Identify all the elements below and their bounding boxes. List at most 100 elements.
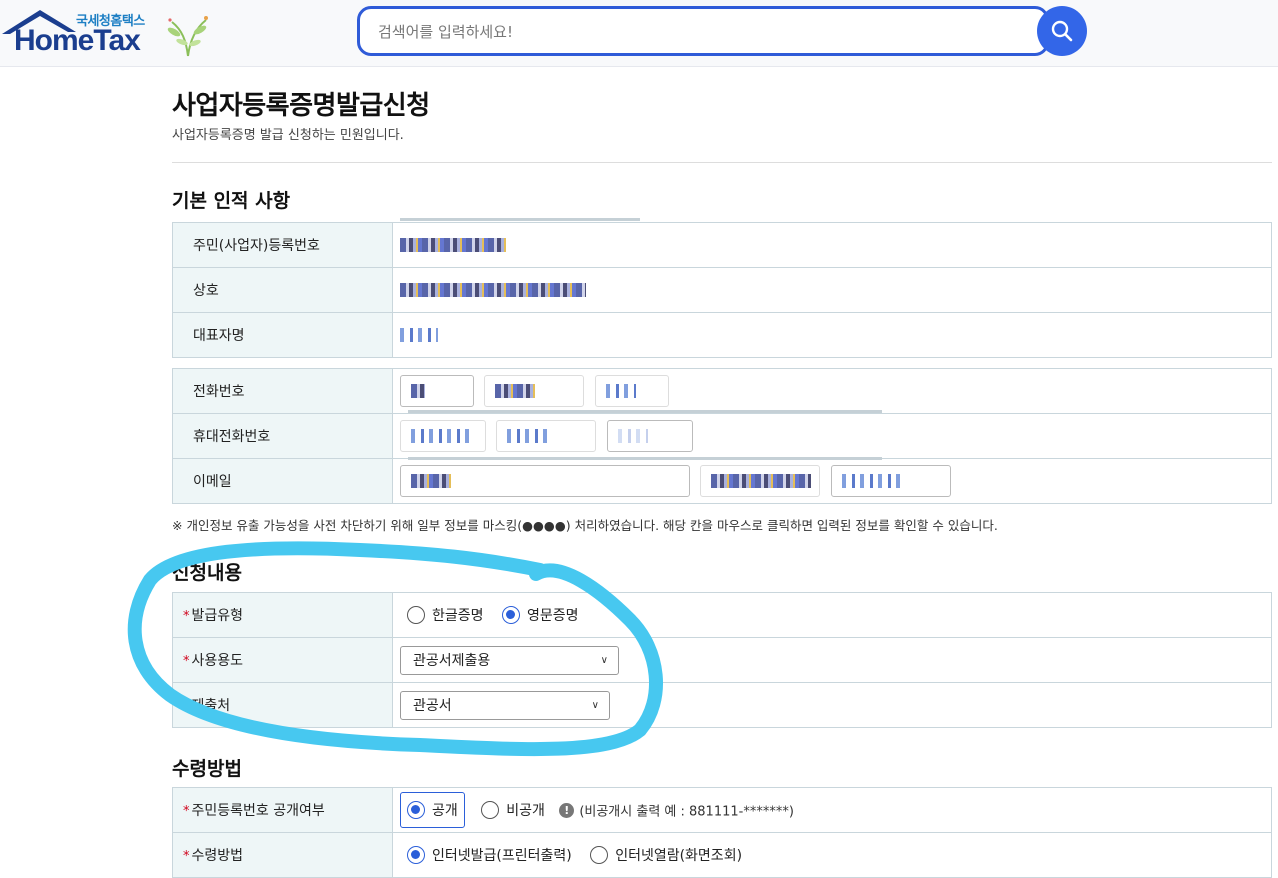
masked-value <box>411 384 425 398</box>
company-name-value <box>392 267 1272 313</box>
masked-value <box>841 474 902 488</box>
submit-to-field: 관공서 ∨ <box>392 682 1272 728</box>
radio-circle-selected <box>501 606 520 624</box>
masked-value <box>711 474 812 488</box>
table-row: 휴대전화번호 <box>172 413 1272 459</box>
registration-number-value <box>392 222 1272 268</box>
radio-circle <box>481 801 500 819</box>
submit-to-select[interactable]: 관공서 ∨ <box>400 690 610 720</box>
required-mark: * <box>183 699 190 714</box>
field-label-issue-type: * 발급유형 <box>172 592 393 638</box>
mobile-part-2-input[interactable] <box>496 420 597 452</box>
email-domain-select[interactable] <box>830 465 951 497</box>
radio-korean-certificate[interactable]: 한글증명 <box>407 605 484 625</box>
table-row: * 사용용도 관공서제출용 ∨ <box>172 637 1272 683</box>
mobile-fields <box>392 413 1272 459</box>
receipt-table: * 주민등록번호 공개여부 공개 비공개 ! (비공개시 출력 예 : 881111… <box>172 787 1272 878</box>
receipt-method-options: 인터넷발급(프린터출력) 인터넷열람(화면조회) <box>392 832 1272 878</box>
email-domain-input[interactable] <box>700 465 821 497</box>
field-label-mobile: 휴대전화번호 <box>172 413 393 459</box>
page-title: 사업자등록증명발급신청 <box>172 91 430 121</box>
table-row: * 제출처 관공서 ∨ <box>172 682 1272 728</box>
info-icon: ! <box>559 802 575 818</box>
table-row: * 발급유형 한글증명 영문증명 <box>172 592 1272 638</box>
radio-circle-selected <box>407 846 425 864</box>
divider <box>172 162 1272 163</box>
mask-overlay <box>408 410 882 413</box>
table-row: 상호 <box>172 267 1272 313</box>
radio-internet-issue[interactable]: 인터넷발급(프린터출력) <box>407 845 572 865</box>
masked-value <box>400 328 438 342</box>
required-mark: * <box>183 804 190 819</box>
masked-value <box>507 429 548 443</box>
radio-label: 인터넷열람(화면조회) <box>615 848 743 864</box>
phone-part-3-input[interactable] <box>594 375 669 407</box>
field-label-phone: 전화번호 <box>172 368 393 414</box>
masked-value <box>617 429 648 443</box>
table-row: 주민(사업자)등록번호 <box>172 222 1272 268</box>
masked-value <box>605 384 636 398</box>
table-row: * 수령방법 인터넷발급(프린터출력) 인터넷열람(화면조회) <box>172 832 1272 878</box>
application-table: * 발급유형 한글증명 영문증명 * 사용용도 관공서제출용 ∨ * 제출처 관공서 ∨ <box>172 592 1272 728</box>
mask-overlay <box>400 218 640 221</box>
radio-label: 인터넷발급(프린터출력) <box>432 848 572 864</box>
masked-value <box>400 238 506 252</box>
issue-type-label: 발급유형 <box>191 608 244 624</box>
field-label-usage: * 사용용도 <box>172 637 393 683</box>
radio-label: 영문증명 <box>526 608 579 624</box>
issue-type-options: 한글증명 영문증명 <box>392 592 1272 638</box>
masking-notice: ※ 개인정보 유출 가능성을 사전 차단하기 위해 일부 정보를 마스킹(●●●… <box>172 518 998 533</box>
search-input[interactable] <box>378 19 1018 45</box>
contact-info-table: 전화번호 휴대전화번호 이메일 <box>172 368 1272 504</box>
usage-field: 관공서제출용 ∨ <box>392 637 1272 683</box>
usage-select-value: 관공서제출용 <box>413 653 491 669</box>
radio-circle-selected <box>407 801 425 819</box>
email-id-input[interactable] <box>400 465 690 497</box>
email-fields <box>392 458 1272 504</box>
mobile-part-3-input[interactable] <box>606 420 693 452</box>
radio-english-certificate[interactable]: 영문증명 <box>501 605 579 625</box>
required-mark: * <box>183 849 190 864</box>
disclosure-options: 공개 비공개 ! (비공개시 출력 예 : 881111-*******) <box>392 787 1272 833</box>
table-row: * 주민등록번호 공개여부 공개 비공개 ! (비공개시 출력 예 : 881111… <box>172 787 1272 833</box>
phone-part-2-input[interactable] <box>484 375 585 407</box>
logo-title: HomeTax <box>14 24 141 57</box>
phone-fields <box>392 368 1272 414</box>
field-label-submit-to: * 제출처 <box>172 682 393 728</box>
radio-label: 공개 <box>432 803 458 819</box>
receipt-method-label: 수령방법 <box>191 848 244 864</box>
usage-select[interactable]: 관공서제출용 ∨ <box>400 645 619 675</box>
field-label-disclosure: * 주민등록번호 공개여부 <box>172 787 393 833</box>
masked-value <box>411 429 471 443</box>
radio-circle <box>590 846 609 864</box>
radio-not-disclose[interactable]: 비공개 <box>481 800 545 820</box>
table-row: 전화번호 <box>172 368 1272 414</box>
masked-value <box>495 384 536 398</box>
field-label-company-name: 상호 <box>172 267 393 313</box>
submit-to-label: 제출처 <box>191 698 231 714</box>
radio-disclose[interactable]: 공개 <box>400 792 465 828</box>
field-label-registration-number: 주민(사업자)등록번호 <box>172 222 393 268</box>
search-button[interactable] <box>1037 6 1087 56</box>
search-icon <box>1051 20 1073 42</box>
usage-label: 사용용도 <box>191 653 244 669</box>
hometax-logo[interactable]: 국세청홈택스 HomeTax <box>2 6 217 62</box>
plant-icon <box>167 16 208 57</box>
required-mark: * <box>183 609 190 624</box>
required-mark: * <box>183 654 190 669</box>
radio-label: 한글증명 <box>432 608 484 624</box>
mobile-part-1-input[interactable] <box>400 420 486 452</box>
masked-value <box>400 283 586 297</box>
chevron-down-icon: ∨ <box>600 654 608 666</box>
radio-internet-view[interactable]: 인터넷열람(화면조회) <box>590 845 742 865</box>
chevron-down-icon: ∨ <box>591 699 599 711</box>
section-title-receipt: 수령방법 <box>172 758 242 780</box>
search-box <box>357 6 1049 56</box>
phone-part-1-input[interactable] <box>400 375 474 407</box>
field-label-email: 이메일 <box>172 458 393 504</box>
table-row: 이메일 <box>172 458 1272 504</box>
disclosure-hint: (비공개시 출력 예 : 881111-*******) <box>579 804 794 820</box>
top-bar: 국세청홈택스 HomeTax <box>0 0 1278 67</box>
representative-value <box>392 312 1272 358</box>
radio-label: 비공개 <box>506 803 545 819</box>
